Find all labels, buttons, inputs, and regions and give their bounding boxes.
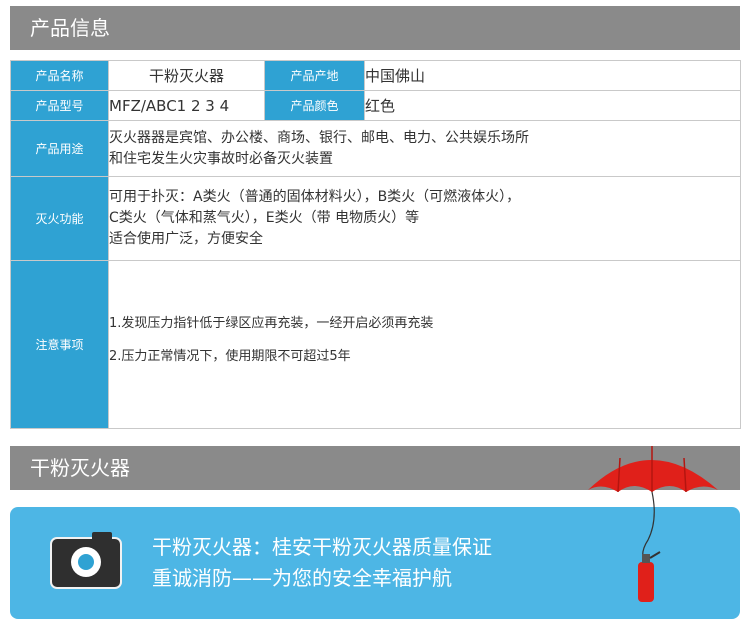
fire-function-label: 灭火功能 [10, 176, 109, 261]
product-origin-label: 产品产地 [264, 60, 365, 91]
camera-icon [50, 532, 122, 589]
fire-function-value: 可用于扑灭：A类火（普通的固体材料火），B类火（可燃液体火）， C类火（气体和蒸… [108, 176, 741, 261]
product-info-title: 产品信息 [30, 16, 110, 40]
table-row: 产品型号 MFZ/ABC1 2 3 4 产品颜色 红色 [10, 90, 741, 121]
table-row: 灭火功能 可用于扑灭：A类火（普通的固体材料火），B类火（可燃液体火）， C类火… [10, 176, 741, 261]
product-usage-label: 产品用途 [10, 120, 109, 177]
table-row: 注意事项 1.发现压力指针低于绿区应再充装，一经开启必须再充装 2.压力正常情况… [10, 260, 741, 429]
function-line: 可用于扑灭：A类火（普通的固体材料火），B类火（可燃液体火）， [109, 189, 521, 205]
notes-label: 注意事项 [10, 260, 109, 429]
usage-line: 灭火器器是宾馆、办公楼、商场、银行、邮电、电力、公共娱乐场所 [109, 129, 529, 146]
usage-line: 和住宅发生火灾事故时必备灭火装置 [109, 150, 333, 167]
product-color-value: 红色 [364, 90, 741, 121]
product-name-label: 产品名称 [10, 60, 109, 91]
banner-line-1: 干粉灭火器：桂安干粉灭火器质量保证 [152, 535, 492, 559]
product-name-value: 干粉灭火器 [108, 60, 265, 91]
table-row: 产品用途 灭火器器是宾馆、办公楼、商场、银行、邮电、电力、公共娱乐场所 和住宅发… [10, 120, 741, 177]
note-line: 2.压力正常情况下，使用期限不可超过5年 [109, 348, 351, 364]
product-usage-value: 灭火器器是宾馆、办公楼、商场、银行、邮电、电力、公共娱乐场所 和住宅发生火灾事故… [108, 120, 741, 177]
product-info-header: 产品信息 [10, 6, 740, 50]
product-color-label: 产品颜色 [264, 90, 365, 121]
product-model-value: MFZ/ABC1 2 3 4 [108, 90, 265, 121]
product-origin-value: 中国佛山 [364, 60, 741, 91]
product-info-table: 产品名称 干粉灭火器 产品产地 中国佛山 产品型号 MFZ/ABC1 2 3 4… [10, 60, 741, 429]
function-line: C类火（气体和蒸气火），E类火（带 电物质火）等 [109, 210, 420, 226]
product-model-label: 产品型号 [10, 90, 109, 121]
banner-line-2: 重诚消防——为您的安全幸福护航 [152, 566, 452, 590]
function-line: 适合使用广泛，方便安全 [109, 231, 263, 247]
extinguisher-title: 干粉灭火器 [30, 456, 130, 480]
umbrella-extinguisher-icon [588, 446, 718, 602]
note-line: 1.发现压力指针低于绿区应再充装，一经开启必须再充装 [109, 315, 434, 331]
notes-value: 1.发现压力指针低于绿区应再充装，一经开启必须再充装 2.压力正常情况下，使用期… [108, 260, 741, 429]
table-row: 产品名称 干粉灭火器 产品产地 中国佛山 [10, 60, 741, 91]
